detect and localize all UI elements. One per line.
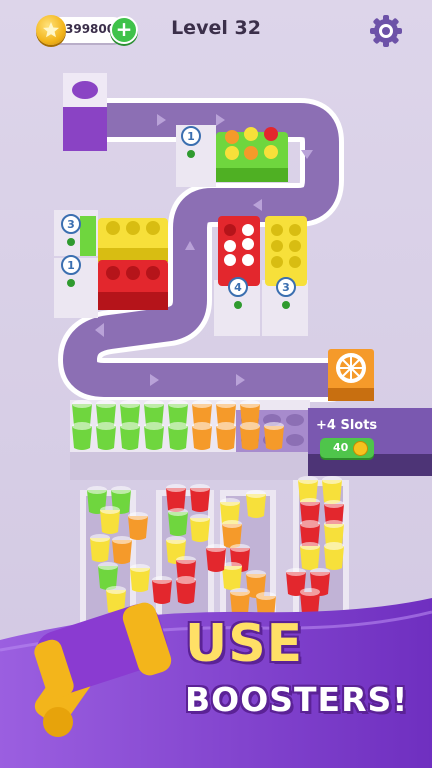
- tray-count-label: 1: [187, 130, 195, 143]
- red-cup-tray[interactable]: [214, 216, 260, 336]
- cup-dispenser[interactable]: [63, 73, 107, 151]
- bin-cup[interactable]: [166, 484, 186, 512]
- shelf-cup[interactable]: [240, 422, 260, 450]
- bin-cup[interactable]: [100, 506, 120, 534]
- bin-cup[interactable]: [152, 576, 172, 604]
- tray-count-label: 3: [67, 218, 75, 231]
- gear-icon[interactable]: [369, 14, 403, 48]
- bin-cup[interactable]: [190, 484, 210, 512]
- yellow-cup-tray[interactable]: [262, 216, 308, 336]
- coin-icon: [353, 441, 368, 456]
- bin-cup[interactable]: [98, 562, 118, 590]
- bin-cup[interactable]: [128, 512, 148, 540]
- bin-cup[interactable]: [176, 576, 196, 604]
- shelf-cup[interactable]: [264, 422, 284, 450]
- bin-cup[interactable]: [206, 544, 226, 572]
- shelf-cup[interactable]: [192, 422, 212, 450]
- bin-cup[interactable]: [130, 564, 150, 592]
- level-title: Level 32: [171, 17, 261, 39]
- bin-cup[interactable]: [90, 534, 110, 562]
- shelf-cup[interactable]: [144, 422, 164, 450]
- bin-cup[interactable]: [112, 536, 132, 564]
- bin-cup[interactable]: [222, 562, 242, 590]
- shelf-cup[interactable]: [72, 422, 92, 450]
- tray-count-label: 1: [67, 259, 75, 272]
- orange-slice-icon[interactable]: [328, 349, 374, 401]
- shelf-cup[interactable]: [96, 422, 116, 450]
- bin-cup[interactable]: [230, 588, 250, 616]
- shelf-cup[interactable]: [120, 422, 140, 450]
- bin-cup[interactable]: [168, 508, 188, 536]
- bin-cup[interactable]: [222, 520, 242, 548]
- slots-price: 40: [333, 441, 349, 454]
- shelf-cup[interactable]: [216, 422, 236, 450]
- extra-slots-label: +4 Slots: [316, 418, 378, 433]
- bin-cup[interactable]: [324, 542, 344, 570]
- promo-line-1: USE: [185, 614, 304, 674]
- bin-cup[interactable]: [300, 542, 320, 570]
- bin-cup[interactable]: [322, 476, 342, 504]
- promo-line-2: BOOSTERS!: [185, 680, 409, 719]
- tray-count-label: 4: [234, 281, 242, 294]
- shelf-cup[interactable]: [168, 422, 188, 450]
- bin-cup[interactable]: [246, 490, 266, 518]
- tray-count-label: 3: [282, 281, 290, 294]
- bin-cup[interactable]: [190, 514, 210, 542]
